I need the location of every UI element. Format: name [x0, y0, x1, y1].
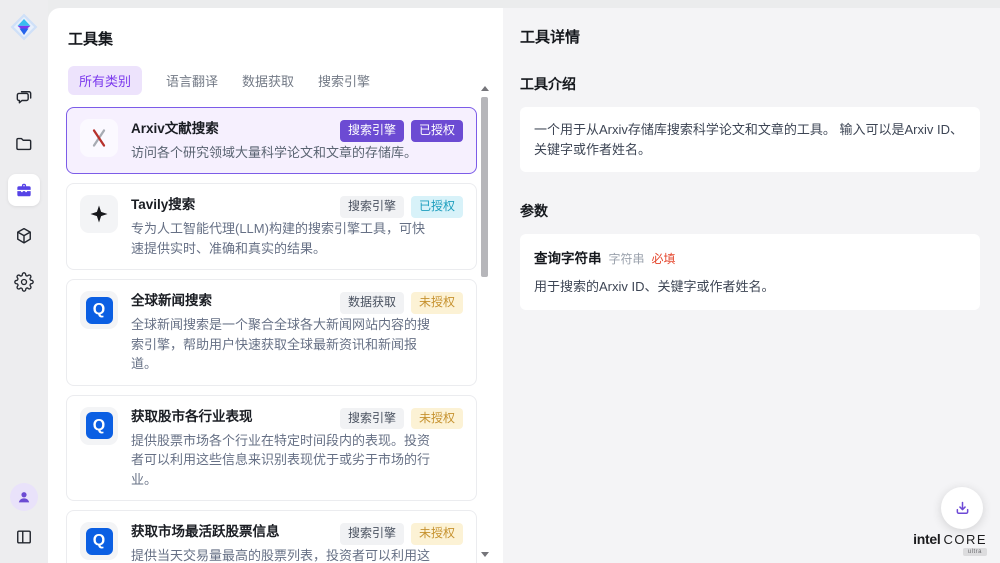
category-badge: 数据获取 [340, 292, 404, 314]
scrollbar-thumb[interactable] [481, 97, 488, 277]
tool-card-global-news[interactable]: Q 全球新闻搜索 全球新闻搜索是一个聚合全球各大新闻网站内容的搜索引擎，帮助用户… [66, 279, 477, 385]
category-badge: 搜索引擎 [340, 408, 404, 430]
page-title: 工具集 [68, 28, 477, 49]
sidebar [0, 0, 48, 563]
tool-list: Arxiv文献搜索 访问各个研究领域大量科学论文和文章的存储库。 搜索引擎 已授… [66, 107, 477, 563]
tool-card-arxiv[interactable]: Arxiv文献搜索 访问各个研究领域大量科学论文和文章的存储库。 搜索引擎 已授… [66, 107, 477, 174]
tab-search-engine[interactable]: 搜索引擎 [318, 66, 370, 95]
core-brand-text: CORE [943, 532, 987, 547]
gear-icon[interactable] [8, 266, 40, 298]
auth-badge: 未授权 [411, 292, 463, 314]
param-name: 查询字符串 [534, 247, 602, 267]
tab-language-translation[interactable]: 语言翻译 [166, 66, 218, 95]
download-button[interactable] [941, 487, 983, 529]
panel-toggle-icon[interactable] [8, 521, 40, 553]
category-badge: 搜索引擎 [340, 120, 404, 142]
auth-badge: 已授权 [411, 120, 463, 142]
scrollbar-down-arrow-icon[interactable] [481, 552, 489, 557]
tools-panel: 工具集 所有类别 语言翻译 数据获取 搜索引擎 Arxiv文献搜索 访问各个研究… [48, 8, 503, 563]
sidebar-bottom [8, 483, 40, 553]
q-search-icon: Q [80, 522, 118, 560]
tab-data-acquisition[interactable]: 数据获取 [242, 66, 294, 95]
auth-badge: 已授权 [411, 196, 463, 218]
q-search-icon: Q [80, 407, 118, 445]
user-avatar-icon[interactable] [10, 483, 38, 511]
folder-icon[interactable] [8, 128, 40, 160]
tool-card-stock-sectors[interactable]: Q 获取股市各行业表现 提供股票市场各个行业在特定时间段内的表现。投资者可以利用… [66, 395, 477, 501]
param-type: 字符串 [609, 250, 645, 267]
list-scrollbar[interactable] [480, 86, 489, 557]
intel-brand-text: intel [913, 531, 940, 547]
tool-description: 提供当天交易量最高的股票列表，投资者可以利用这些信息来识别流动性强的股票和潜在的… [131, 546, 431, 563]
cube-icon[interactable] [8, 220, 40, 252]
scrollbar-up-arrow-icon[interactable] [481, 86, 489, 91]
param-card: 查询字符串 字符串 必填 用于搜索的Arxiv ID、关键字或作者姓名。 [520, 234, 980, 310]
sidebar-nav [8, 82, 40, 298]
tool-description: 提供股票市场各个行业在特定时间段内的表现。投资者可以利用这些信息来识别表现优于或… [131, 431, 431, 490]
arxiv-icon [80, 119, 118, 157]
tool-card-active-stocks[interactable]: Q 获取市场最活跃股票信息 提供当天交易量最高的股票列表，投资者可以利用这些信息… [66, 510, 477, 563]
app-logo-gem-icon[interactable] [9, 12, 39, 42]
ultra-brand-badge: ultra [963, 548, 987, 556]
tool-card-tavily[interactable]: Tavily搜索 专为人工智能代理(LLM)构建的搜索引擎工具，可快速提供实时、… [66, 183, 477, 270]
toolbox-icon[interactable] [8, 174, 40, 206]
intro-card: 一个用于从Arxiv存储库搜索科学论文和文章的工具。 输入可以是Arxiv ID… [520, 107, 980, 172]
download-icon [953, 499, 972, 518]
param-description: 用于搜索的Arxiv ID、关键字或作者姓名。 [534, 276, 966, 295]
params-heading: 参数 [520, 201, 980, 221]
auth-badge: 未授权 [411, 408, 463, 430]
tool-description: 专为人工智能代理(LLM)构建的搜索引擎工具，可快速提供实时、准确和真实的结果。 [131, 219, 431, 258]
category-badge: 搜索引擎 [340, 196, 404, 218]
intro-text: 一个用于从Arxiv存储库搜索科学论文和文章的工具。 输入可以是Arxiv ID… [534, 122, 963, 157]
category-tabs: 所有类别 语言翻译 数据获取 搜索引擎 [68, 66, 477, 95]
auth-badge: 未授权 [411, 523, 463, 545]
tab-all-categories[interactable]: 所有类别 [68, 66, 142, 95]
tavily-star-icon [80, 195, 118, 233]
intel-core-logo: intel CORE ultra [913, 531, 987, 556]
param-required-badge: 必填 [652, 250, 676, 267]
intro-heading: 工具介绍 [520, 74, 980, 94]
app-window: 工具集 所有类别 语言翻译 数据获取 搜索引擎 Arxiv文献搜索 访问各个研究… [0, 0, 1000, 563]
tool-description: 全球新闻搜索是一个聚合全球各大新闻网站内容的搜索引擎，帮助用户快速获取全球最新资… [131, 315, 431, 374]
tool-detail-panel: 工具详情 工具介绍 一个用于从Arxiv存储库搜索科学论文和文章的工具。 输入可… [503, 8, 1000, 563]
category-badge: 搜索引擎 [340, 523, 404, 545]
tool-description: 访问各个研究领域大量科学论文和文章的存储库。 [131, 143, 431, 163]
q-search-icon: Q [80, 291, 118, 329]
chat-icon[interactable] [8, 82, 40, 114]
detail-title: 工具详情 [520, 26, 980, 47]
